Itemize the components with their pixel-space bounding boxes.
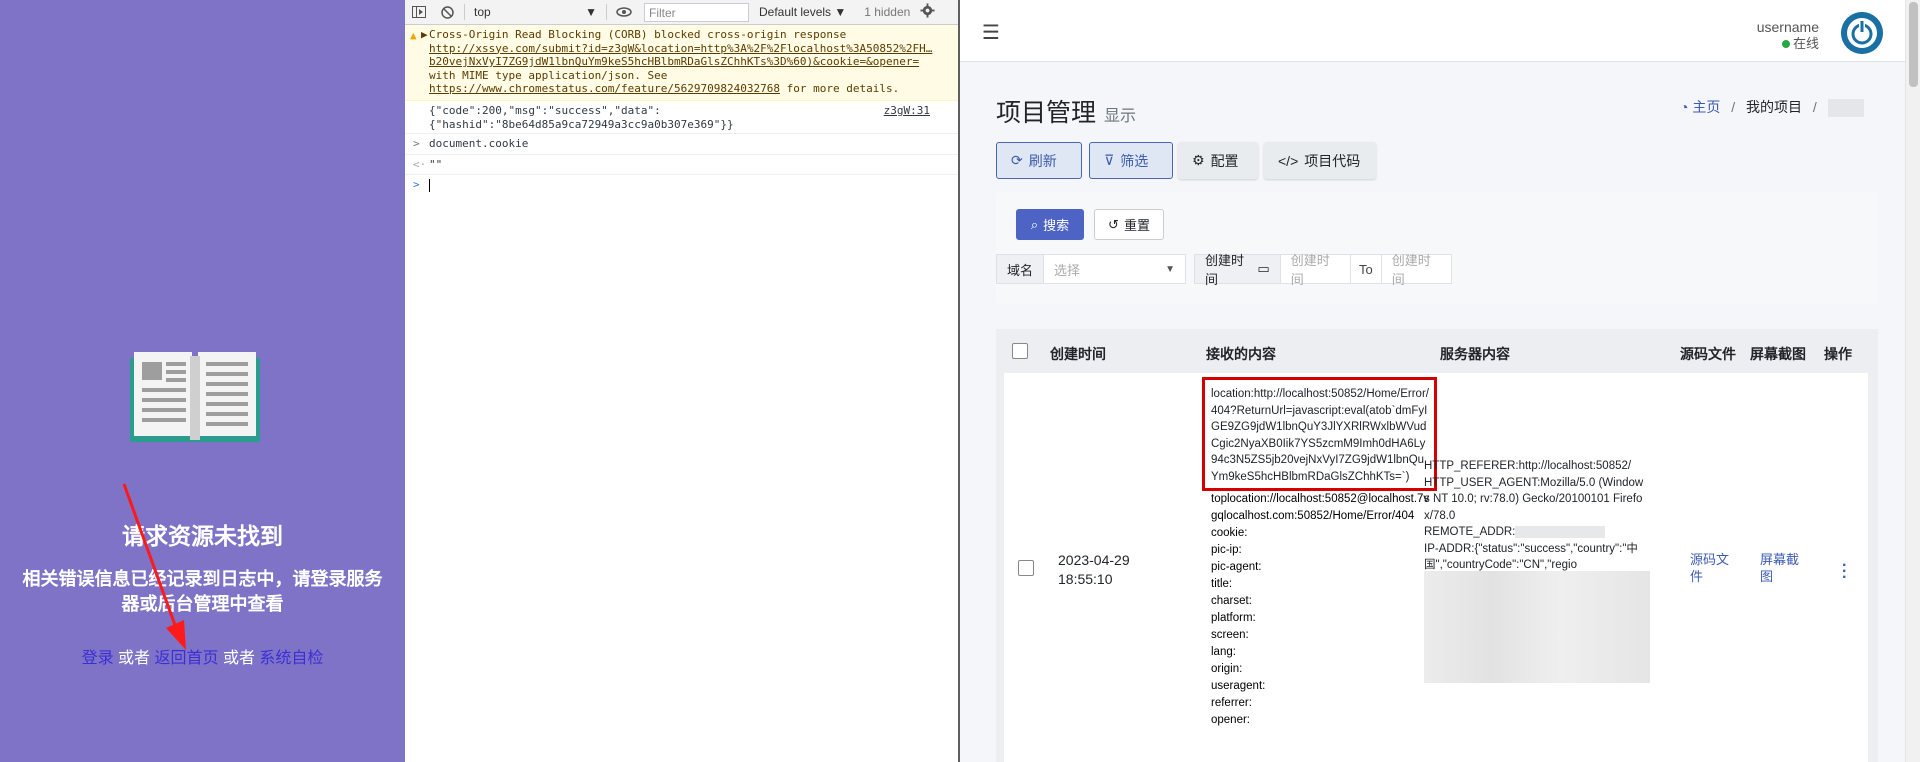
chevron-left-icon: <· [413,157,427,171]
command-text: document.cookie [429,137,529,150]
console-filter-input[interactable]: Filter [644,2,749,22]
or-text: 或者 [218,650,260,667]
source-file-link[interactable]: 源码文件 [1690,551,1738,585]
context-value: top [474,5,491,19]
reset-button[interactable]: ↺ 重置 [1094,209,1164,240]
scrollbar-thumb[interactable] [1909,2,1918,87]
devtools-console: top ▼ Filter Default levels ▼ 1 hidden ▲ … [405,0,960,762]
time-label: 创建时间 ▭ [1195,253,1281,287]
time-filter: 创建时间 ▭ 创建时间 To 创建时间 [1194,253,1452,287]
breadcrumb-my-project[interactable]: 我的项目 [1746,99,1802,115]
back-home-link[interactable]: 返回首页 [154,650,218,667]
page-title: 项目管理 [996,99,1097,127]
received-fields: toplocation://localhost:50852@localhost.… [1211,493,1430,726]
header-source-file: 源码文件 [1680,346,1736,362]
header-actions: 操作 [1824,346,1852,362]
time-end-input[interactable]: 创建时间 [1382,253,1451,287]
text-cursor [429,178,430,192]
funnel-icon: ⊽ [1104,152,1115,168]
created-time-cell: 2023-04-29 18:55:10 [1058,552,1130,587]
filter-button[interactable]: ⊽ 筛选 [1089,142,1173,179]
config-button[interactable]: ⚙ 配置 [1178,142,1258,179]
console-log-message: {"code":200,"msg":"success","data":{"has… [405,101,958,134]
header-created-time: 创建时间 [1050,346,1106,362]
calendar-icon: ▭ [1257,261,1270,276]
top-navbar: ☰ username 在线 [960,0,1905,62]
header-server: 服务器内容 [1440,346,1510,362]
time-start-input[interactable]: 创建时间 [1281,253,1350,287]
dropdown-icon: ▼ [585,5,597,19]
domain-select[interactable]: 选择 ▼ [1044,255,1185,283]
table-row: 2023-04-29 18:55:10 location:http://loca… [1004,373,1868,762]
select-all-checkbox[interactable] [1012,343,1028,359]
refresh-button[interactable]: ⟳ 刷新 [996,142,1082,179]
admin-panel: ☰ username 在线 项目管理 显示 ◔ 主页 / 我的项目 / ⟳ 刷新 … [960,0,1920,762]
undo-icon: ↺ [1108,216,1119,232]
gear-icon[interactable] [920,3,935,21]
status-dot-icon [1781,40,1790,48]
log-source-link[interactable]: z3gW:31 [884,104,930,118]
page-scrollbar[interactable] [1905,0,1920,762]
redacted-server-info [1424,571,1650,683]
gear-icon: ⚙ [1192,152,1205,168]
console-prompt[interactable]: > [405,175,958,195]
expand-arrow-icon[interactable]: ▶ [421,28,428,42]
code-icon: </> [1278,152,1299,169]
breadcrumb-home[interactable]: 主页 [1692,99,1720,115]
domain-label: 域名 [997,255,1045,283]
corb-url-link[interactable]: http://xssye.com/submit?id=z3gW&location… [429,42,932,69]
search-button[interactable]: ⌕ 搜索 [1016,209,1084,240]
domain-filter: 域名 选择 ▼ [996,254,1186,284]
breadcrumb: ◔ 主页 / 我的项目 / [1680,97,1864,118]
hidden-count: 1 hidden [864,5,911,19]
row-checkbox[interactable] [1018,560,1034,576]
open-book-icon [130,352,260,442]
error-page-panel: 请求资源未找到 相关错误信息已经记录到日志中，请登录服务器或后台管理中查看 登录… [0,0,405,762]
error-title: 请求资源未找到 [122,523,283,549]
console-toolbar: top ▼ Filter Default levels ▼ 1 hidden [405,0,958,25]
console-result: <· "" [405,155,958,175]
hamburger-menu-icon[interactable]: ☰ [982,20,1000,45]
highlighted-payload-box: location:http://localhost:50852/Home/Err… [1202,377,1437,491]
breadcrumb-current-redacted [1827,99,1864,118]
eye-icon[interactable] [610,0,638,24]
error-links: 登录 或者 返回首页 或者 系统自检 [0,644,405,668]
self-check-link[interactable]: 系统自检 [259,650,323,667]
clear-console-icon[interactable] [433,0,461,24]
warning-icon: ▲ [410,29,417,42]
sidebar-toggle-icon[interactable] [405,0,433,24]
screenshot-link[interactable]: 屏幕截图 [1760,551,1808,585]
log-levels-dropdown[interactable]: Default levels ▼ [759,5,846,19]
context-select[interactable]: top ▼ [468,5,603,19]
redacted-ip [1515,525,1606,538]
chevron-right-icon: > [413,137,420,150]
dashboard-icon: ◔ [1680,99,1689,115]
received-content-cell: location:http://localhost:50852/Home/Err… [1202,377,1437,729]
online-status: 在线 [1781,33,1819,52]
page-subtitle: 显示 [1104,108,1137,125]
corb-warning-message: ▲ ▶ Cross-Origin Read Blocking (CORB) bl… [405,25,958,101]
avatar-power-icon[interactable] [1841,12,1883,54]
search-icon: ⌕ [1030,216,1039,232]
project-table: 创建时间 接收的内容 服务器内容 源码文件 屏幕截图 操作 2023-04-29… [996,329,1878,762]
chromestatus-link[interactable]: https://www.chromestatus.com/feature/562… [429,82,780,95]
login-link[interactable]: 登录 [82,650,114,667]
console-input-echo: > document.cookie [405,134,958,155]
log-text: {"code":200,"msg":"success","data":{"has… [429,104,734,131]
refresh-icon: ⟳ [1011,152,1023,168]
header-screenshot: 屏幕截图 [1750,346,1806,362]
server-content-cell: HTTP_REFERER:http://localhost:50852/ HTT… [1424,460,1644,571]
header-received: 接收的内容 [1206,346,1276,362]
project-code-button[interactable]: </> 项目代码 [1264,142,1376,179]
caret-down-icon: ▼ [1165,263,1175,275]
result-text: "" [429,157,443,171]
error-description: 相关错误信息已经记录到日志中，请登录服务器或后台管理中查看 [22,569,383,614]
prompt-chevron-icon: > [413,178,420,191]
filter-card: ⌕ 搜索 ↺ 重置 域名 选择 ▼ 创建时间 ▭ 创建时间 To 创建时间 [996,192,1878,304]
to-label: To [1350,255,1382,283]
more-actions-icon[interactable]: · · · [1842,558,1847,586]
or-text: 或者 [113,650,155,667]
